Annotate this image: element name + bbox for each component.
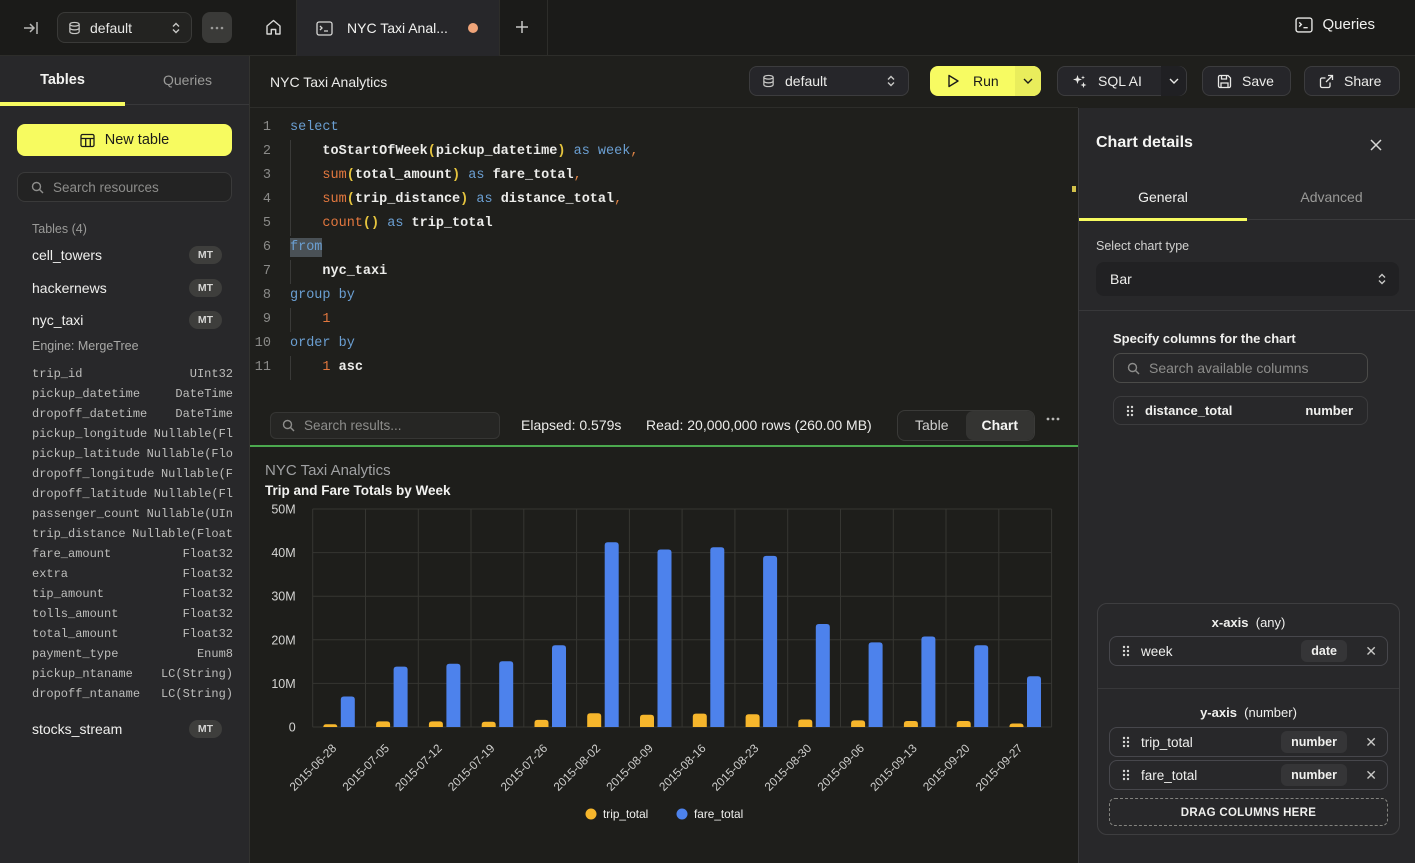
svg-text:2015-08-30: 2015-08-30 — [762, 741, 815, 794]
svg-text:trip_total: trip_total — [603, 807, 648, 821]
svg-text:2015-08-09: 2015-08-09 — [603, 741, 656, 794]
svg-text:40M: 40M — [271, 546, 295, 560]
svg-text:2015-09-13: 2015-09-13 — [867, 741, 920, 794]
svg-text:2015-09-20: 2015-09-20 — [920, 741, 973, 794]
svg-text:2015-07-12: 2015-07-12 — [392, 741, 445, 794]
svg-text:2015-09-06: 2015-09-06 — [814, 741, 867, 794]
svg-text:50M: 50M — [271, 503, 295, 517]
svg-text:2015-08-16: 2015-08-16 — [656, 741, 709, 794]
svg-text:10M: 10M — [271, 677, 295, 691]
svg-text:2015-08-02: 2015-08-02 — [551, 741, 604, 794]
svg-text:2015-07-26: 2015-07-26 — [498, 741, 551, 794]
svg-text:2015-08-23: 2015-08-23 — [709, 741, 762, 794]
svg-text:30M: 30M — [271, 590, 295, 604]
svg-text:2015-07-19: 2015-07-19 — [445, 741, 498, 794]
svg-text:0: 0 — [289, 721, 296, 735]
svg-text:2015-09-27: 2015-09-27 — [973, 741, 1026, 794]
svg-text:fare_total: fare_total — [694, 807, 743, 821]
svg-text:2015-06-28: 2015-06-28 — [287, 741, 340, 794]
svg-text:20M: 20M — [271, 633, 295, 647]
svg-text:2015-07-05: 2015-07-05 — [339, 741, 392, 794]
